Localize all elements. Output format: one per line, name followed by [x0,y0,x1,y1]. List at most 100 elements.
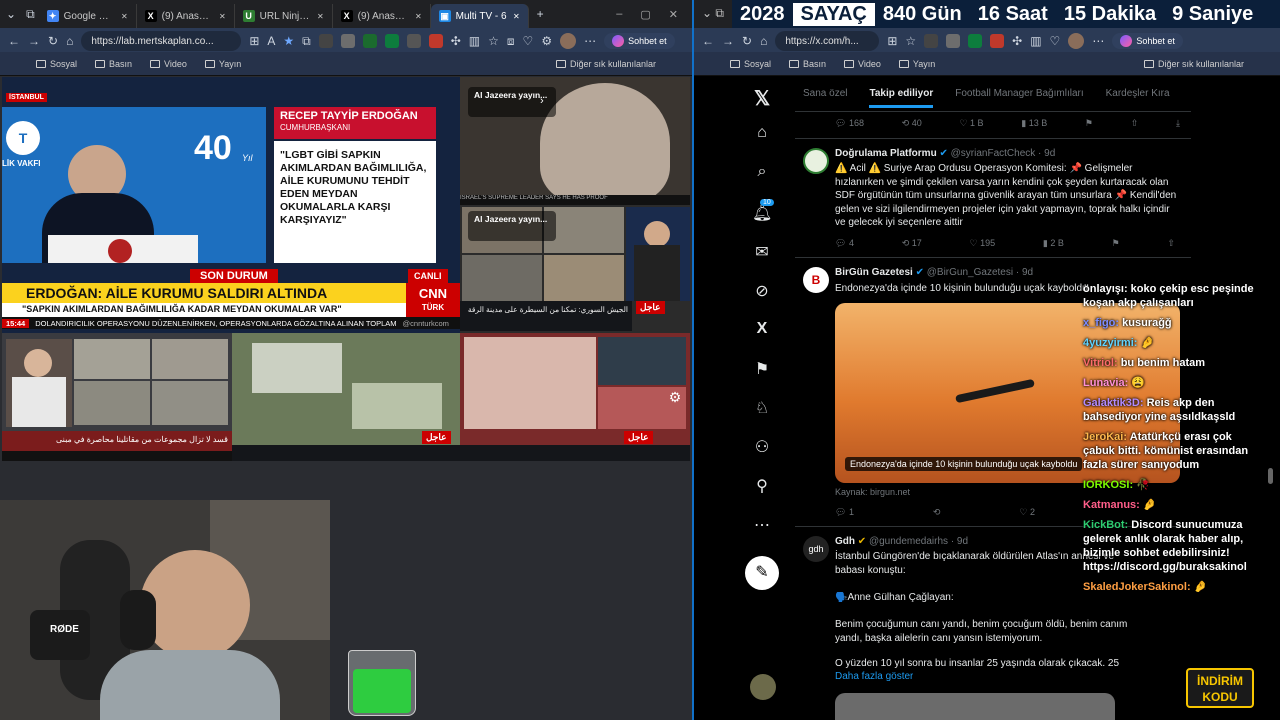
extension-icon[interactable] [340,34,355,48]
reply-button[interactable]: 💬︎ 1 [835,507,854,518]
extension-icon[interactable] [968,34,983,48]
author-avatar[interactable]: gdh [803,536,829,562]
download-icon[interactable]: ⤓ [1176,118,1180,129]
bookmark-folder[interactable]: Basın [95,59,132,69]
notifications-bell-icon[interactable]: 🔔︎ 10 [752,199,774,223]
forward-icon[interactable]: → [28,34,40,48]
arabic-news-video-1[interactable]: قسد لا تزال مجموعات من مقاتلينا محاصرة ف… [2,333,232,461]
share-icon[interactable]: ⇧ [1131,118,1139,129]
communities-icon[interactable]: ⚇ [752,437,772,457]
al-jazeera-video-2[interactable]: Al Jazeera yayın... عاجل الجيش السوري: ت… [460,205,690,333]
home-icon[interactable]: ⌂ [66,34,73,48]
search-icon[interactable]: ⌕ [752,163,772,181]
back-icon[interactable]: ← [702,34,714,48]
reply-button[interactable]: 💬︎ 4 [835,238,854,249]
like-button[interactable]: ♡ 1 B [959,118,983,129]
other-bookmarks[interactable]: Diğer sık kullanılanlar [555,59,656,69]
extension-icon[interactable] [362,34,377,48]
views-button[interactable]: ▮ 2 B [1043,238,1064,249]
favorites-icon[interactable]: ☆ [488,34,499,48]
map-news-video[interactable]: عاجل [232,333,460,461]
extension-icon[interactable] [406,34,421,48]
close-tab-icon[interactable]: ✕ [513,12,520,21]
account-avatar[interactable] [750,674,776,700]
repost-button[interactable]: ⟲ 40 [902,118,922,129]
refresh-icon[interactable]: ↻ [48,34,58,48]
browser-tab[interactable]: X (9) Anasayfa / X ✕ [333,4,431,28]
al-jazeera-video-1[interactable]: Al Jazeera yayın... › ISRAEL'S SUPREME L… [460,77,690,205]
messages-icon[interactable]: ✉ [752,242,772,262]
split-screen-icon[interactable]: ▥ [1030,34,1041,48]
scrollbar-thumb[interactable] [1268,468,1273,484]
more-icon[interactable]: ⋯ [584,34,596,48]
apps-icon[interactable]: ⊞ [249,34,259,48]
repost-button[interactable]: ⟲ 17 [902,238,922,249]
copilot-icon[interactable]: ⚙ [541,34,552,48]
right-url-field[interactable]: https://x.com/h... [775,31,880,51]
close-tab-icon[interactable]: ✕ [121,12,128,21]
x-logo-icon[interactable]: 𝕏 [752,86,772,111]
author-handle[interactable]: @BirGun_Gazetesi · 9d [927,267,1033,278]
extension-icon[interactable] [924,34,939,48]
bookmark-folder[interactable]: Yayın [204,59,241,69]
collections-icon[interactable]: ⧈ [507,34,515,49]
browser-tab[interactable]: ▣ Multi TV - 6 ✕ [430,4,529,28]
show-more-link[interactable]: Daha fazla göster [835,671,913,682]
puzzle-icon[interactable]: ✣ [1012,34,1022,48]
share-icon[interactable]: ⇧ [1167,238,1175,249]
chat-button[interactable]: Sohbet et [604,33,675,49]
close-tab-icon[interactable]: ✕ [219,12,226,21]
new-tab-icon[interactable]: + [529,7,552,21]
bookmark-folder[interactable]: Video [150,59,187,69]
read-aloud-icon[interactable]: A [267,34,275,48]
minimize-icon[interactable]: – [616,8,622,21]
bookmark-folder[interactable]: Yayın [898,59,935,69]
cnn-turk-video[interactable]: T LİK VAKFI 40 Yıl İSTANBUL RECEP TAYYİP… [2,77,460,333]
tab-for-you[interactable]: Sana özel [803,88,847,99]
browser-tab[interactable]: U URL Ninja (14) ✕ [235,4,333,28]
author-name[interactable]: BirGün Gazetesi [835,267,913,278]
bookmark-folder[interactable]: Sosyal [36,59,77,69]
favorite-star-icon[interactable]: ☆ [905,34,916,48]
reply-button[interactable]: 💬︎ 168 [835,118,864,129]
arabic-news-video-2[interactable]: ⚙ عاجل [460,333,690,461]
more-icon[interactable]: ⋯ [1092,34,1104,48]
author-handle[interactable]: @syrianFactCheck · 9d [951,148,1056,159]
home-icon[interactable]: ⌂ [752,124,772,142]
profile-icon[interactable]: ⚲ [752,476,772,496]
avatar[interactable] [1068,33,1085,49]
bookmark-folder[interactable]: Sosyal [730,59,771,69]
tab-kardesler[interactable]: Kardeşler Kıra [1106,88,1170,99]
tab-actions-icon[interactable]: ⧉ [22,7,39,22]
repost-button[interactable]: ⟲ [933,507,941,518]
author-avatar[interactable]: B [803,267,829,293]
browser-tab[interactable]: X (9) Anasayfa / X ✕ [137,4,235,28]
extension-icon[interactable] [318,34,333,48]
extension-icon[interactable] [384,34,399,48]
chevron-down-icon[interactable]: ⌄ [0,7,22,21]
browser-tab[interactable]: ✦ Google Gemini ✕ [39,4,137,28]
like-button[interactable]: ♡ 2 [1019,507,1035,518]
other-bookmarks[interactable]: Diğer sık kullanılanlar [1143,59,1244,69]
close-tab-icon[interactable]: ✕ [317,12,324,21]
compose-post-button[interactable]: ✎ [745,556,779,590]
bookmark-icon[interactable]: ⚑ [1085,118,1093,129]
tweet[interactable]: Doğrulama Platformu ✔ @syrianFactCheck ·… [795,140,1191,258]
bookmark-icon[interactable]: ⚑ [1112,238,1120,249]
extension-icon[interactable] [946,34,961,48]
bookmark-folder[interactable]: Basın [789,59,826,69]
home-icon[interactable]: ⌂ [760,34,767,48]
author-name[interactable]: Doğrulama Platformu [835,148,937,159]
link-source[interactable]: Kaynak: birgun.net [835,487,910,497]
close-tab-icon[interactable]: ✕ [415,12,422,21]
more-circle-icon[interactable]: ⋯ [752,515,772,535]
extension-icon[interactable] [428,34,443,48]
heart-icon[interactable]: ♡ [523,34,534,48]
maximize-icon[interactable]: ▢ [640,8,650,21]
apps-icon[interactable]: ⊞ [887,34,897,48]
tab-following[interactable]: Takip ediliyor [869,88,934,108]
grok-icon[interactable]: ⊘ [752,281,772,301]
settings-gear-icon[interactable]: ⚙ [666,389,684,407]
premium-x-icon[interactable]: X [752,320,772,338]
author-avatar[interactable] [803,148,829,174]
